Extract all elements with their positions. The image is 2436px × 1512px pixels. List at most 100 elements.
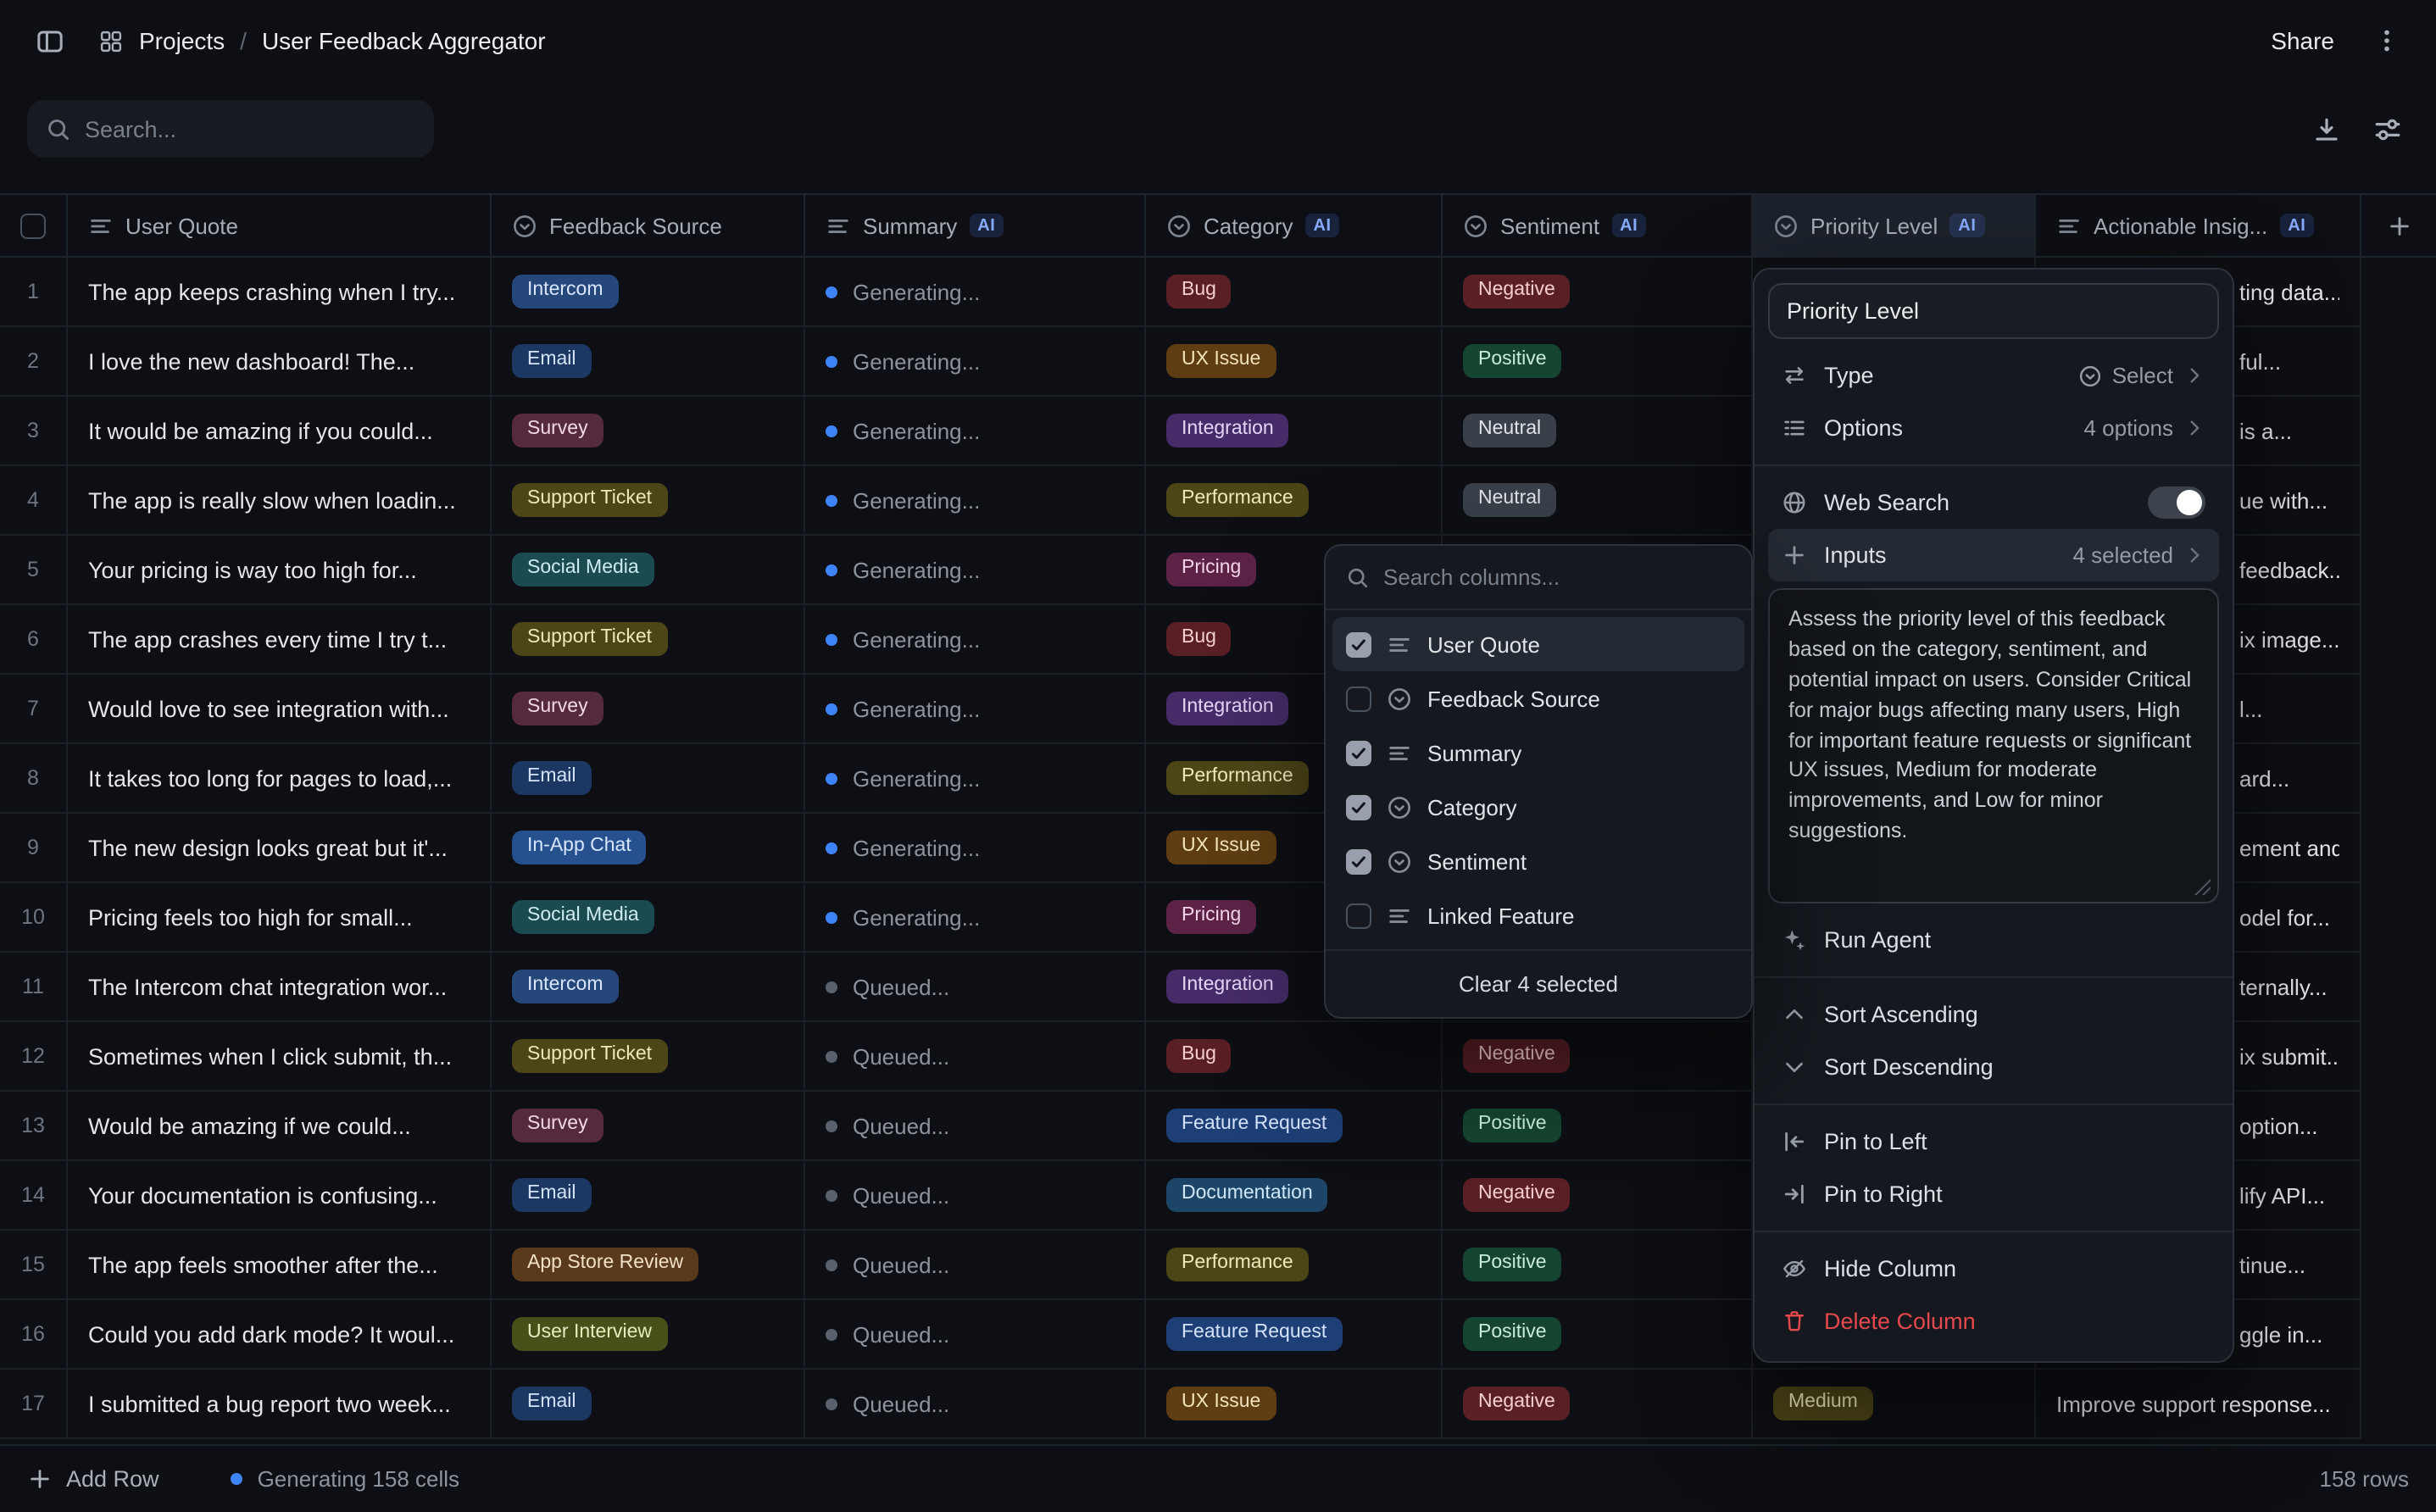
sentiment-cell[interactable]: Neutral [1443,466,1753,534]
resize-grip[interactable] [2194,878,2211,895]
header-priority-level[interactable]: Priority Level AI [1753,195,2036,256]
menu-item-pin-right[interactable]: Pin to Right [1768,1168,2219,1220]
user-quote-cell[interactable]: The app crashes every time I try t... [68,605,492,673]
menu-item-sort-descending[interactable]: Sort Descending [1768,1041,2219,1093]
feedback-source-cell[interactable]: App Store Review [492,1231,805,1298]
menu-item-inputs[interactable]: Inputs 4 selected [1768,529,2219,581]
checkbox-checked[interactable] [1346,631,1371,657]
menu-item-run-agent[interactable]: Run Agent [1768,914,2219,966]
column-search-input[interactable] [1383,564,1731,590]
category-cell[interactable]: Performance [1146,466,1443,534]
share-button[interactable]: Share [2271,27,2334,54]
sentiment-cell[interactable]: Negative [1443,1370,1753,1437]
sentiment-cell[interactable]: Positive [1443,327,1753,395]
header-category[interactable]: Category AI [1146,195,1443,256]
feedback-source-cell[interactable]: Survey [492,675,805,742]
category-cell[interactable]: Documentation [1146,1161,1443,1229]
feedback-source-cell[interactable]: Email [492,1370,805,1437]
category-cell[interactable]: Integration [1146,397,1443,464]
user-quote-cell[interactable]: It would be amazing if you could... [68,397,492,464]
feedback-source-cell[interactable]: Email [492,1161,805,1229]
sidebar-toggle-button[interactable] [27,19,71,63]
feedback-source-cell[interactable]: In-App Chat [492,814,805,881]
summary-cell[interactable]: Generating... [805,258,1146,325]
checkbox-checked[interactable] [1346,848,1371,874]
user-quote-cell[interactable]: Your pricing is way too high for... [68,536,492,603]
sentiment-cell[interactable]: Negative [1443,1022,1753,1090]
summary-cell[interactable]: Generating... [805,605,1146,673]
user-quote-cell[interactable]: Would be amazing if we could... [68,1092,492,1159]
sentiment-cell[interactable]: Positive [1443,1231,1753,1298]
priority-cell[interactable]: Medium [1753,1370,2036,1437]
overflow-menu-button[interactable] [2365,19,2409,63]
checkbox-checked[interactable] [1346,740,1371,765]
actionable-insight-cell[interactable]: Improve support response... [2036,1370,2361,1437]
category-cell[interactable]: Performance [1146,1231,1443,1298]
sentiment-cell[interactable]: Negative [1443,258,1753,325]
feedback-source-cell[interactable]: Support Ticket [492,605,805,673]
search-input[interactable] [85,116,415,142]
menu-item-options[interactable]: Options 4 options [1768,402,2219,454]
user-quote-cell[interactable]: Could you add dark mode? It woul... [68,1300,492,1368]
user-quote-cell[interactable]: The Intercom chat integration wor... [68,953,492,1020]
user-quote-cell[interactable]: The new design looks great but it'... [68,814,492,881]
column-name-field[interactable]: Priority Level [1768,283,2219,339]
column-option-feedback-source[interactable]: Feedback Source [1332,671,1744,725]
user-quote-cell[interactable]: I love the new dashboard! The... [68,327,492,395]
user-quote-cell[interactable]: The app feels smoother after the... [68,1231,492,1298]
sentiment-cell[interactable]: Positive [1443,1092,1753,1159]
category-cell[interactable]: Bug [1146,1022,1443,1090]
user-quote-cell[interactable]: The app is really slow when loadin... [68,466,492,534]
summary-cell[interactable]: Queued... [805,1092,1146,1159]
checkbox-unchecked[interactable] [1346,903,1371,928]
search-box[interactable] [27,100,434,158]
sentiment-cell[interactable]: Neutral [1443,397,1753,464]
column-option-user-quote[interactable]: User Quote [1332,617,1744,671]
table-row[interactable]: 17I submitted a bug report two week...Em… [0,1370,2361,1439]
web-search-toggle[interactable] [2148,486,2205,519]
category-cell[interactable]: UX Issue [1146,327,1443,395]
summary-cell[interactable]: Generating... [805,397,1146,464]
feedback-source-cell[interactable]: Social Media [492,536,805,603]
summary-cell[interactable]: Queued... [805,1370,1146,1437]
column-option-category[interactable]: Category [1332,780,1744,834]
header-feedback-source[interactable]: Feedback Source [492,195,805,256]
feedback-source-cell[interactable]: Social Media [492,883,805,951]
summary-cell[interactable]: Generating... [805,466,1146,534]
user-quote-cell[interactable]: Sometimes when I click submit, th... [68,1022,492,1090]
summary-cell[interactable]: Generating... [805,883,1146,951]
summary-cell[interactable]: Queued... [805,1300,1146,1368]
checkbox-unchecked[interactable] [1346,686,1371,711]
user-quote-cell[interactable]: It takes too long for pages to load,... [68,744,492,812]
user-quote-cell[interactable]: Would love to see integration with... [68,675,492,742]
prompt-textarea[interactable]: Assess the priority level of this feedba… [1768,588,2219,903]
summary-cell[interactable]: Generating... [805,675,1146,742]
summary-cell[interactable]: Queued... [805,953,1146,1020]
summary-cell[interactable]: Generating... [805,327,1146,395]
menu-item-hide-column[interactable]: Hide Column [1768,1242,2219,1295]
add-column-button[interactable] [2361,195,2436,256]
sentiment-cell[interactable]: Positive [1443,1300,1753,1368]
breadcrumb-projects[interactable]: Projects [139,27,225,54]
category-cell[interactable]: Feature Request [1146,1092,1443,1159]
summary-cell[interactable]: Generating... [805,536,1146,603]
header-sentiment[interactable]: Sentiment AI [1443,195,1753,256]
header-actionable-insight[interactable]: Actionable Insig... AI [2036,195,2361,256]
checkbox-checked[interactable] [1346,794,1371,820]
header-summary[interactable]: Summary AI [805,195,1146,256]
feedback-source-cell[interactable]: Email [492,327,805,395]
feedback-source-cell[interactable]: Email [492,744,805,812]
feedback-source-cell[interactable]: Intercom [492,953,805,1020]
feedback-source-cell[interactable]: Survey [492,397,805,464]
view-settings-button[interactable] [2365,107,2409,151]
menu-item-pin-left[interactable]: Pin to Left [1768,1115,2219,1168]
summary-cell[interactable]: Queued... [805,1022,1146,1090]
select-all-checkbox[interactable] [20,213,46,238]
category-cell[interactable]: Feature Request [1146,1300,1443,1368]
summary-cell[interactable]: Generating... [805,814,1146,881]
add-row-button[interactable]: Add Row [27,1466,159,1492]
column-search-box[interactable] [1326,546,1751,610]
menu-item-delete-column[interactable]: Delete Column [1768,1295,2219,1348]
category-cell[interactable]: Bug [1146,258,1443,325]
download-button[interactable] [2304,107,2348,151]
